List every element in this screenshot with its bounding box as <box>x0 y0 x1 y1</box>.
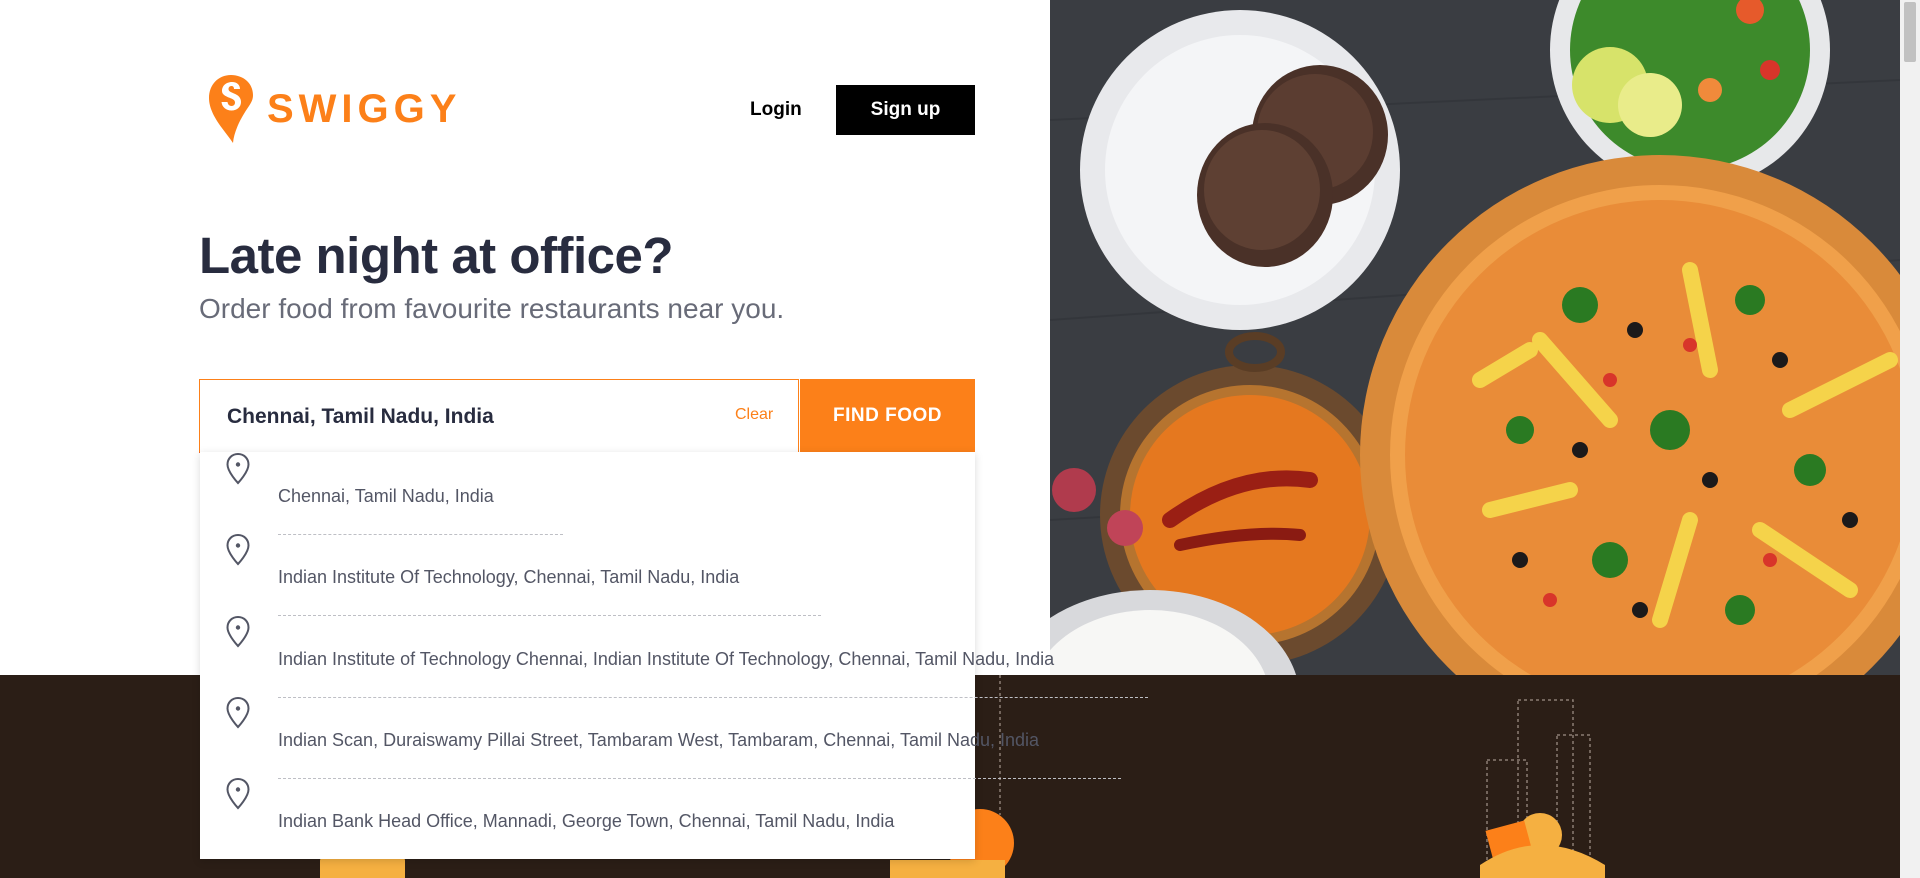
brand-logo[interactable]: SWIGGY <box>207 73 461 145</box>
login-link[interactable]: Login <box>750 99 802 121</box>
suggestion-item[interactable]: Indian Institute Of Technology, Chennai,… <box>200 533 975 616</box>
find-food-button[interactable]: FIND FOOD <box>800 379 975 453</box>
scrollbar-thumb[interactable] <box>1904 2 1916 62</box>
food-photo <box>1050 0 1900 675</box>
suggestion-text: Indian Scan, Duraiswamy Pillai Street, T… <box>278 730 1040 750</box>
brand-wordmark: SWIGGY <box>267 86 462 131</box>
suggestion-item[interactable]: Indian Institute of Technology Chennai, … <box>200 615 1148 698</box>
location-pin-icon <box>226 452 250 485</box>
suggestion-item[interactable]: Indian Scan, Duraiswamy Pillai Street, T… <box>200 696 1121 779</box>
location-pin-icon <box>226 696 250 729</box>
hero-headline: Late night at office? <box>199 227 674 284</box>
location-pin-icon <box>226 533 250 566</box>
swiggy-pin-logo-icon <box>209 75 253 143</box>
signup-button[interactable]: Sign up <box>836 85 975 135</box>
clear-button[interactable]: Clear <box>735 406 773 424</box>
suggestion-text: Chennai, Tamil Nadu, India <box>278 486 494 506</box>
location-pin-icon <box>226 777 250 810</box>
location-input[interactable] <box>225 380 689 454</box>
suggestion-item[interactable]: Chennai, Tamil Nadu, India <box>200 452 975 535</box>
suggestion-text: Indian Bank Head Office, Mannadi, George… <box>278 811 895 831</box>
location-search-box: Clear <box>199 379 799 454</box>
location-suggestions: Chennai, Tamil Nadu, India Indian Instit… <box>200 452 1148 859</box>
page-scrollbar[interactable] <box>1900 0 1920 878</box>
landing-page: SWIGGY Login Sign up Late night at offic… <box>0 0 1900 878</box>
suggestion-item[interactable]: Indian Bank Head Office, Mannadi, George… <box>200 777 975 858</box>
suggestion-text: Indian Institute of Technology Chennai, … <box>278 649 1055 669</box>
suggestion-text: Indian Institute Of Technology, Chennai,… <box>278 567 740 587</box>
hero-subline: Order food from favourite restaurants ne… <box>199 293 785 324</box>
food-illustration <box>1050 0 1900 675</box>
location-pin-icon <box>226 615 250 648</box>
